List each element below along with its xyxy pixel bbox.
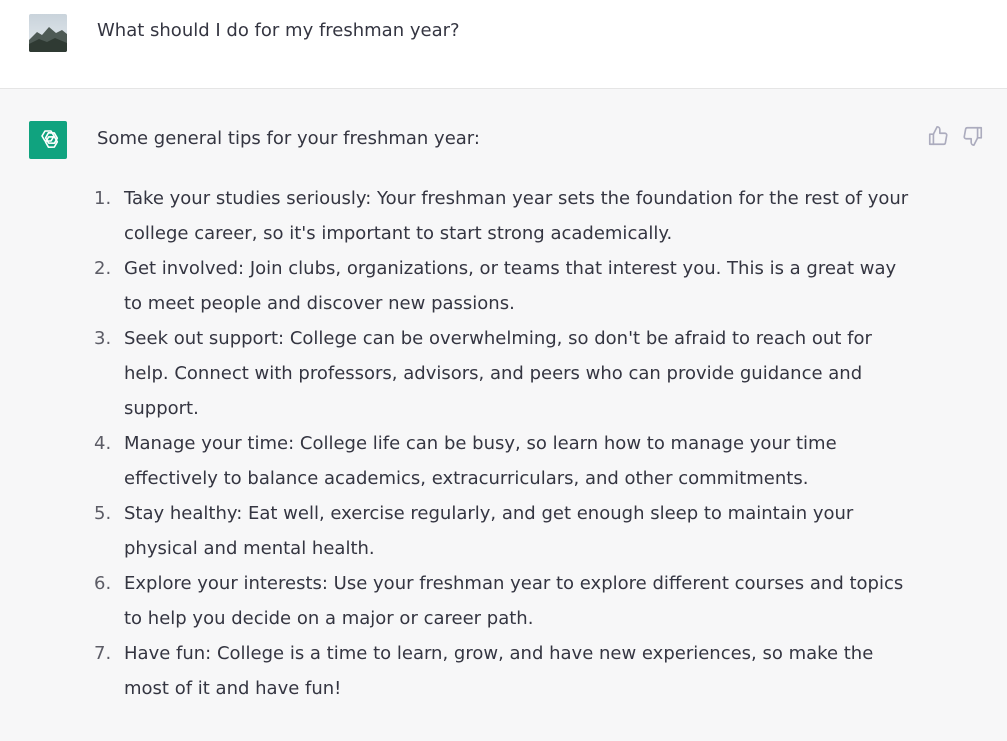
- list-item-text: Stay healthy: Eat well, exercise regular…: [124, 503, 854, 559]
- assistant-avatar: [29, 121, 67, 159]
- user-avatar: [29, 14, 67, 52]
- list-item-number: 4.: [94, 433, 112, 454]
- thumbs-down-icon[interactable]: [962, 125, 984, 147]
- user-message-text: What should I do for my freshman year?: [97, 20, 460, 41]
- list-item-number: 3.: [94, 328, 112, 349]
- list-item-number: 6.: [94, 573, 112, 594]
- list-item: 6. Explore your interests: Use your fres…: [94, 566, 914, 636]
- assistant-message-row: Some general tips for your freshman year…: [0, 89, 1007, 741]
- tips-list: 1. Take your studies seriously: Your fre…: [94, 181, 914, 706]
- list-item-text: Manage your time: College life can be bu…: [124, 433, 837, 489]
- list-item-text: Seek out support: College can be overwhe…: [124, 328, 872, 419]
- user-message-row: What should I do for my freshman year?: [0, 0, 1007, 89]
- thumbs-up-icon[interactable]: [927, 125, 949, 147]
- list-item-number: 7.: [94, 643, 112, 664]
- list-item: 5. Stay healthy: Eat well, exercise regu…: [94, 496, 914, 566]
- openai-logo-icon: [41, 130, 59, 148]
- assistant-intro-text: Some general tips for your freshman year…: [97, 128, 480, 149]
- list-item: 4. Manage your time: College life can be…: [94, 426, 914, 496]
- list-item-text: Get involved: Join clubs, organizations,…: [124, 258, 897, 314]
- list-item: 3. Seek out support: College can be over…: [94, 321, 914, 426]
- list-item: 7. Have fun: College is a time to learn,…: [94, 636, 914, 706]
- list-item-number: 1.: [94, 188, 112, 209]
- list-item: 2. Get involved: Join clubs, organizatio…: [94, 251, 914, 321]
- list-item: 1. Take your studies seriously: Your fre…: [94, 181, 914, 251]
- list-item-text: Take your studies seriously: Your freshm…: [124, 188, 909, 244]
- list-item-number: 2.: [94, 258, 112, 279]
- list-item-number: 5.: [94, 503, 112, 524]
- list-item-text: Have fun: College is a time to learn, gr…: [124, 643, 874, 699]
- list-item-text: Explore your interests: Use your freshma…: [124, 573, 904, 629]
